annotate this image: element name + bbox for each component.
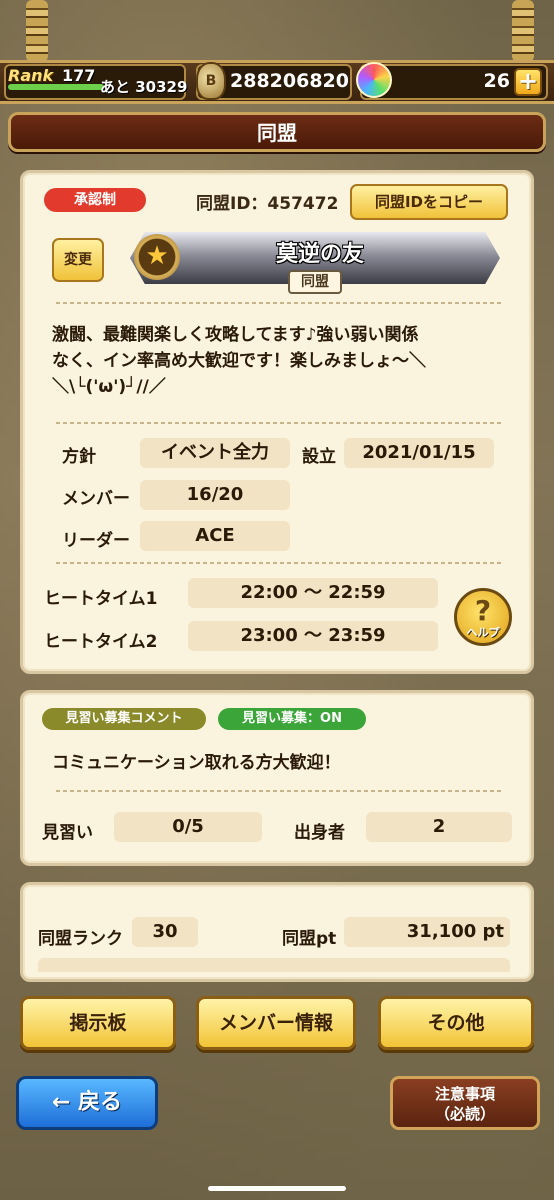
page-title: 同盟 — [257, 121, 297, 145]
partial-row — [38, 958, 510, 972]
copy-guild-id-button[interactable]: 同盟IDをコピー — [350, 184, 508, 220]
rank-next-exp: あと 30329 — [100, 78, 188, 96]
apprentice-value: 0/5 — [114, 812, 262, 842]
left-chain — [26, 0, 48, 62]
divider — [56, 790, 502, 792]
members-label: メンバー — [62, 489, 130, 509]
other-button[interactable]: その他 — [378, 996, 534, 1050]
members-value: 16/20 — [140, 480, 290, 510]
founded-value: 2021/01/15 — [344, 438, 494, 468]
policy-value: イベント全力 — [140, 438, 290, 468]
apprentice-label: 見習い — [42, 823, 93, 843]
star-emblem-icon: ★ — [134, 234, 180, 280]
guild-pt-label: 同盟pt — [282, 929, 337, 949]
money-bag-icon: B — [196, 62, 226, 100]
guild-rank-label: 同盟ランク — [38, 929, 123, 949]
rank-value: 177 — [62, 66, 96, 85]
coin-count: 288206820 — [230, 70, 349, 92]
founded-label: 設立 — [302, 447, 336, 467]
member-info-button[interactable]: メンバー情報 — [196, 996, 356, 1050]
rainbow-gem-icon — [356, 62, 392, 98]
board-button[interactable]: 掲示板 — [20, 996, 176, 1050]
back-button[interactable]: ← 戻る — [16, 1076, 158, 1130]
divider — [56, 302, 502, 304]
guild-id: 同盟ID：457472 — [196, 194, 339, 214]
home-indicator[interactable] — [208, 1186, 346, 1191]
change-button[interactable]: 変更 — [52, 238, 104, 282]
divider — [56, 422, 502, 424]
leader-label: リーダー — [62, 531, 130, 551]
rank-label: Rank — [8, 66, 54, 85]
origin-value: 2 — [366, 812, 512, 842]
guild-description: 激闘、最難関楽しく攻略してます♪強い弱い関係 なく、イン率高め大歓迎です！楽しみ… — [52, 325, 426, 397]
recruit-comment: コミュニケーション取れる方大歓迎！ — [52, 753, 341, 773]
heat-time-1-value: 22:00 ～ 22:59 — [188, 578, 438, 608]
origin-label: 出身者 — [294, 823, 345, 843]
notice-button[interactable]: 注意事項 （必読） — [390, 1076, 540, 1130]
recruit-status-badge: 見習い募集：ON — [218, 708, 366, 730]
heat-time-1-label: ヒートタイム1 — [44, 589, 158, 609]
divider — [56, 562, 502, 564]
gem-count: 26 — [483, 70, 510, 92]
heat-time-2-value: 23:00 ～ 23:59 — [188, 621, 438, 651]
guild-pt-value: 31,100 pt — [344, 917, 510, 947]
help-label[interactable]: ヘルプ — [456, 624, 510, 640]
guild-rank-value: 30 — [132, 917, 198, 947]
heat-time-2-label: ヒートタイム2 — [44, 632, 158, 652]
leader-value: ACE — [140, 521, 290, 551]
right-chain — [512, 0, 534, 62]
approval-badge: 承認制 — [44, 188, 146, 212]
guild-name: 莫逆の友 — [275, 242, 364, 267]
policy-label: 方針 — [62, 447, 96, 467]
notice-label: 注意事項 （必読） — [434, 1085, 495, 1123]
guild-name-sub: 同盟 — [288, 270, 342, 294]
add-gems-button[interactable]: + — [514, 68, 542, 96]
recruit-comment-badge: 見習い募集コメント — [42, 708, 206, 730]
